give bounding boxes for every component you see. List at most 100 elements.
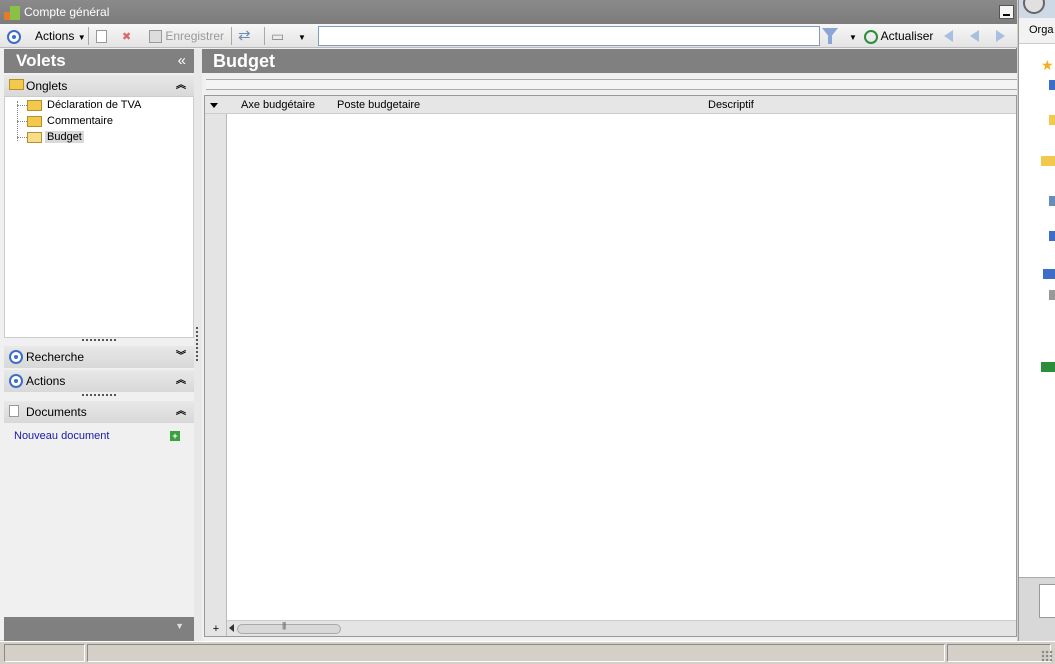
previous-record-icon[interactable]	[970, 30, 979, 42]
first-record-icon[interactable]	[944, 30, 953, 42]
app-window: Compte général Actions ▼ ✖ Enregistrer ⇄…	[0, 0, 1017, 641]
chevron-up-icon[interactable]: ︽	[176, 75, 186, 97]
scroll-left-icon[interactable]	[229, 624, 234, 632]
chevron-up-icon[interactable]: ︽	[176, 401, 186, 423]
favorites-star-icon: ★	[1041, 57, 1054, 73]
open-folder-icon	[27, 131, 42, 143]
tree-item-declaration-tva[interactable]: Déclaration de TVA	[27, 97, 143, 113]
column-header-poste-budgetaire[interactable]: Poste budgetaire	[337, 96, 420, 114]
settings-icon	[1039, 584, 1055, 618]
actions-menu-button[interactable]: Actions ▼	[35, 27, 86, 45]
print-dropdown[interactable]: ▼	[298, 27, 306, 45]
panel-menu-icon[interactable]: ▼	[175, 621, 184, 631]
panel-splitter[interactable]	[194, 49, 202, 641]
sync-button[interactable]: ⇄	[238, 27, 251, 45]
budget-grid: Axe budgétaire Poste budgetaire Descript…	[204, 95, 1017, 637]
toolbar-divider	[264, 27, 265, 45]
collapse-panel-icon[interactable]: «	[178, 49, 186, 73]
documents-section-header[interactable]: Documents ︽	[4, 401, 194, 423]
actions-section-header[interactable]: Actions ︽	[4, 370, 194, 392]
main-content: Budget Axe budgétaire Poste budgetaire D…	[202, 49, 1017, 641]
filter-icon[interactable]	[822, 28, 838, 44]
folder-icon	[27, 115, 42, 127]
status-bar	[0, 641, 1055, 664]
tree-item-label: Commentaire	[47, 115, 114, 127]
side-panel: Volets « Onglets ︽ Déclaration de TVA Co…	[4, 49, 194, 641]
delete-button[interactable]: ✖	[122, 27, 131, 45]
background-window-details-pane	[1019, 577, 1055, 641]
tree-item-budget[interactable]: Budget	[27, 129, 84, 145]
title-bar[interactable]: Compte général	[0, 0, 1017, 24]
chevron-down-icon[interactable]: ︾	[176, 346, 186, 368]
chevron-down-icon: ▼	[849, 33, 857, 42]
back-button-icon	[1023, 0, 1045, 14]
desktop-icon	[1049, 80, 1055, 90]
tabs-tree: Déclaration de TVA Commentaire Budget	[4, 96, 194, 338]
app-logo-icon	[4, 4, 20, 20]
save-button[interactable]: Enregistrer	[149, 27, 224, 45]
toolbar-divider	[88, 27, 89, 45]
actions-section-icon	[9, 374, 23, 388]
tree-connector	[17, 121, 27, 122]
chevron-up-icon[interactable]: ︽	[176, 370, 186, 392]
toolbar-divider	[231, 27, 232, 45]
minimize-button[interactable]	[999, 5, 1014, 19]
actions-menu-icon[interactable]	[7, 27, 21, 45]
page-title: Budget	[202, 49, 1017, 73]
status-panel	[87, 644, 945, 662]
search-section-header[interactable]: Recherche ︾	[4, 346, 194, 368]
add-document-icon[interactable]: +	[170, 431, 180, 441]
next-record-icon[interactable]	[996, 30, 1005, 42]
drive-icon	[1049, 290, 1055, 300]
grid-header: Axe budgétaire Poste budgetaire Descript…	[205, 96, 1016, 114]
background-window[interactable]: Orga ★	[1018, 0, 1055, 641]
actions-menu-label: Actions	[35, 29, 75, 43]
documents-panel: Nouveau document +	[4, 426, 194, 616]
status-panel	[4, 644, 85, 662]
background-window-titlebar	[1019, 0, 1055, 19]
toolbar: Actions ▼ ✖ Enregistrer ⇄ ▭ ▼ ▼ Actualis…	[0, 24, 1017, 48]
refresh-icon	[864, 29, 878, 44]
side-panel-header: Volets «	[4, 49, 194, 73]
tabs-section-header[interactable]: Onglets ︽	[4, 75, 194, 97]
window-title: Compte général	[24, 5, 110, 19]
tree-item-commentaire[interactable]: Commentaire	[27, 113, 115, 129]
folder-icon	[1049, 115, 1055, 125]
new-document-link[interactable]: Nouveau document	[14, 430, 109, 442]
new-record-button[interactable]	[96, 27, 107, 45]
status-panel	[947, 644, 1051, 662]
libraries-icon	[1041, 156, 1055, 166]
resize-grip[interactable]	[82, 339, 116, 342]
horizontal-scrollbar[interactable]	[237, 621, 341, 634]
chevron-down-icon: ▼	[77, 33, 86, 42]
search-input[interactable]	[318, 26, 820, 46]
save-icon	[149, 30, 162, 44]
tree-connector	[17, 105, 27, 106]
document-icon	[9, 405, 19, 417]
filter-dropdown[interactable]: ▼	[849, 27, 857, 45]
tree-item-label: Déclaration de TVA	[47, 99, 142, 111]
resize-grip[interactable]	[82, 394, 116, 397]
column-chooser-icon[interactable]	[210, 103, 218, 108]
refresh-label: Actualiser	[880, 29, 934, 43]
computer-icon	[1043, 269, 1055, 279]
search-section-label: Recherche	[26, 350, 85, 364]
new-document-icon	[96, 30, 107, 44]
tree-connector	[17, 137, 27, 138]
search-section-icon	[9, 350, 23, 364]
pictures-icon	[1049, 196, 1055, 206]
refresh-button[interactable]: Actualiser	[864, 27, 933, 45]
folder-icon	[9, 79, 24, 90]
grid-footer: +	[213, 620, 1016, 636]
sync-icon: ⇄	[238, 27, 251, 44]
folder-icon	[27, 99, 42, 111]
printer-icon: ▭	[271, 28, 285, 44]
add-row-icon[interactable]: +	[209, 621, 223, 637]
print-button[interactable]: ▭	[271, 27, 284, 45]
column-header-axe-budgetaire[interactable]: Axe budgétaire	[241, 96, 315, 114]
resize-grip-icon[interactable]	[1041, 650, 1053, 662]
column-header-descriptif[interactable]: Descriptif	[708, 96, 754, 114]
tree-item-label: Budget	[45, 131, 84, 143]
tabs-section-label: Onglets	[26, 79, 68, 93]
row-header-column	[205, 96, 227, 636]
